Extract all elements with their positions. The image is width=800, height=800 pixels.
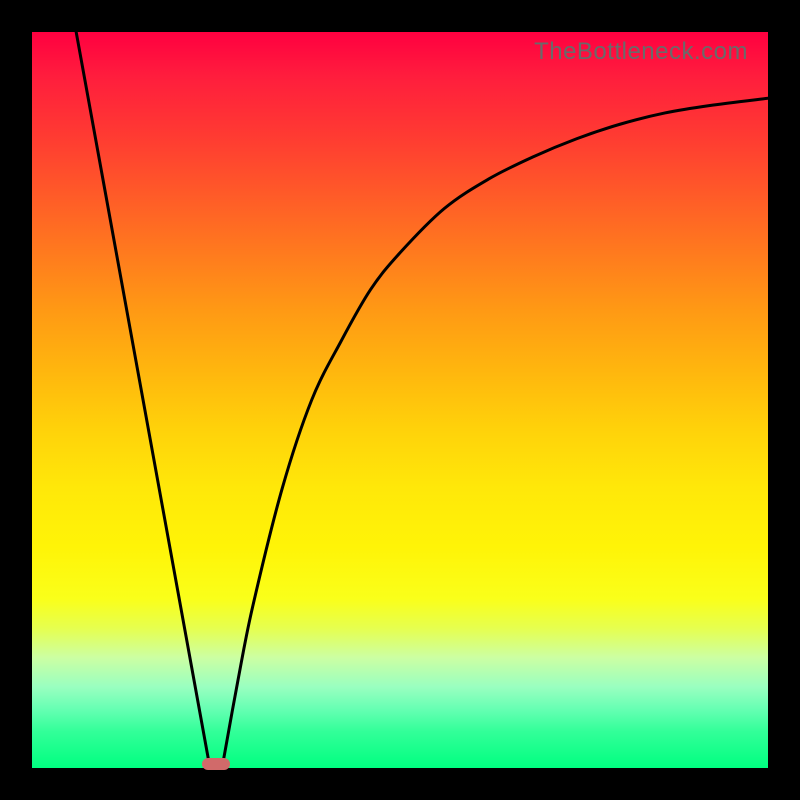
plot-area: TheBottleneck.com: [32, 32, 768, 768]
curve-path: [76, 32, 768, 761]
chart-frame: TheBottleneck.com: [0, 0, 800, 800]
optimum-marker: [202, 758, 230, 770]
bottleneck-curve: [32, 32, 768, 768]
